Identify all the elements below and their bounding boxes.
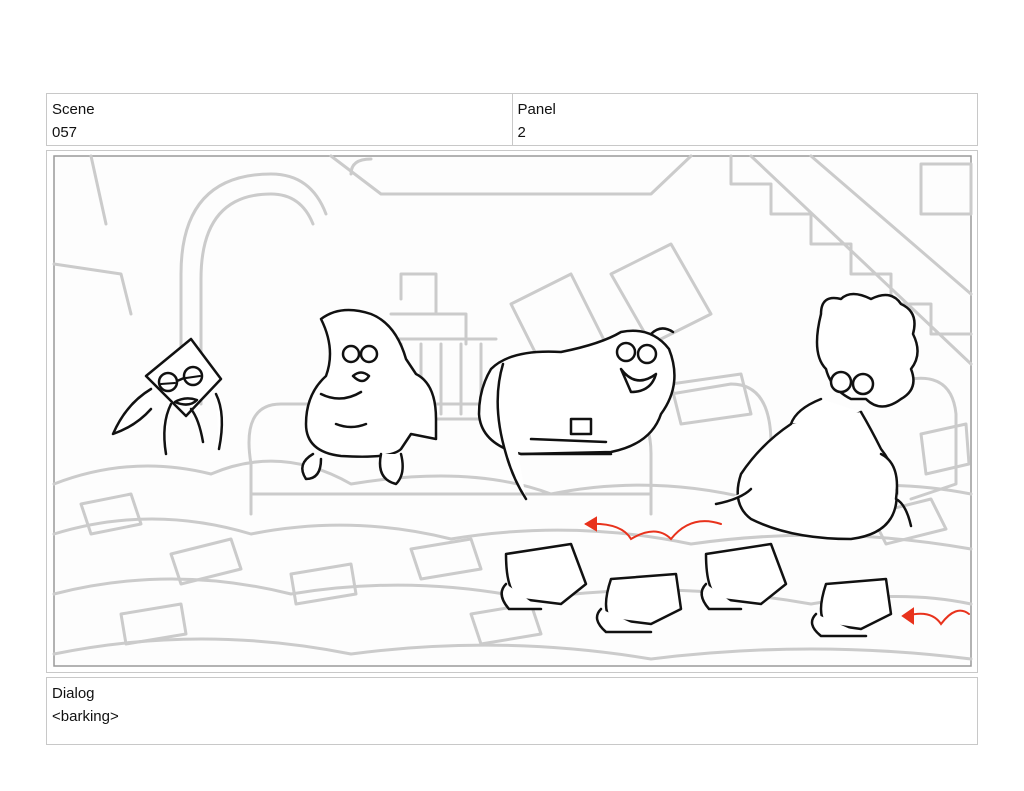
storyboard-header: Scene 057 Panel 2 xyxy=(46,93,978,146)
dialog-text: <barking> xyxy=(52,708,119,725)
panel-cell: Panel 2 xyxy=(511,94,978,145)
scene-label: Scene xyxy=(52,101,95,118)
dialog-label: Dialog xyxy=(52,685,95,702)
scene-cell: Scene 057 xyxy=(47,94,512,145)
scene-number: 057 xyxy=(52,124,78,141)
dialog-box: Dialog <barking> xyxy=(46,677,978,745)
panel-number: 2 xyxy=(517,124,526,141)
panel-label: Panel xyxy=(517,101,556,118)
storyboard-illustration xyxy=(52,154,973,667)
storyboard-panel xyxy=(46,150,978,673)
